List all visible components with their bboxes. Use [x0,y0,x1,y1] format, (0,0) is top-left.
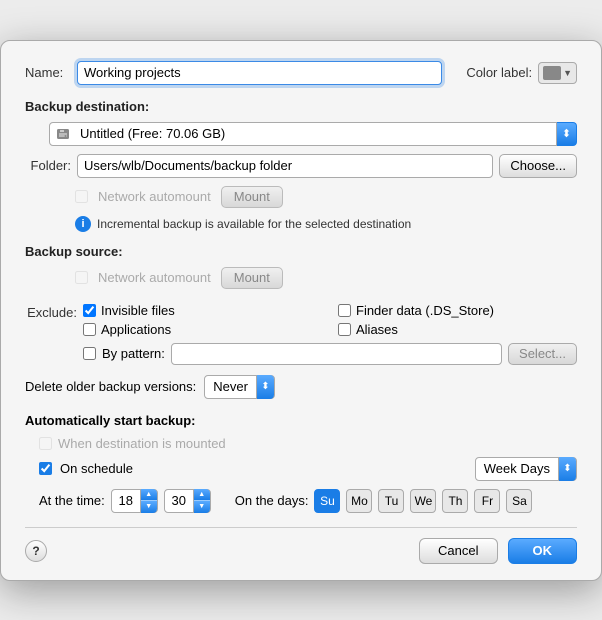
exclude-label: Exclude: [25,303,77,320]
minutes-decrement-button[interactable]: ▼ [194,501,210,513]
info-text: Incremental backup is available for the … [97,217,411,231]
destination-arrow-icon[interactable]: ⬍ [557,122,577,146]
cancel-button[interactable]: Cancel [419,538,497,564]
mount-button-1: Mount [221,186,283,208]
color-label-text: Color label: [466,65,532,80]
name-row: Name: Color label: ▼ [25,61,577,85]
minutes-increment-button[interactable]: ▲ [194,489,210,502]
day-button-fr[interactable]: Fr [474,489,500,513]
week-days-value: Week Days [476,461,558,476]
day-button-sa[interactable]: Sa [506,489,532,513]
automount-row-1: Network automount Mount [75,186,577,208]
applications-item: Applications [83,322,322,337]
minutes-value: 30 [165,493,193,508]
network-automount-label-2: Network automount [98,270,211,285]
disk-icon [56,127,70,141]
folder-row: Folder: Choose... [25,154,577,178]
day-button-we[interactable]: We [410,489,436,513]
delete-older-label: Delete older backup versions: [25,379,196,394]
network-automount-checkbox-1[interactable] [75,190,88,203]
at-time-label: At the time: [39,493,105,508]
invisible-files-item: Invisible files [83,303,322,318]
action-buttons: Cancel OK [419,538,577,564]
finder-data-label: Finder data (.DS_Store) [356,303,494,318]
hours-increment-button[interactable]: ▲ [141,489,157,502]
exclude-row: Exclude: Invisible files Finder data (.D… [25,303,577,337]
applications-checkbox[interactable] [83,323,96,336]
day-button-mo[interactable]: Mo [346,489,372,513]
name-label: Name: [25,65,69,80]
info-row: i Incremental backup is available for th… [75,216,577,232]
backup-source-header: Backup source: [25,244,577,259]
at-time-group: At the time: 18 ▲ ▼ 30 ▲ ▼ [39,489,211,513]
aliases-checkbox[interactable] [338,323,351,336]
delete-older-row: Delete older backup versions: Never ⬍ [25,375,577,399]
invisible-files-label: Invisible files [101,303,175,318]
on-days-group: On the days: Su Mo Tu We Th Fr Sa [235,489,533,513]
info-icon: i [75,216,91,232]
select-button: Select... [508,343,577,365]
when-mounted-label: When destination is mounted [58,436,226,451]
dialog: Name: Color label: ▼ Backup destination:… [0,40,602,581]
auto-backup-header: Automatically start backup: [25,413,577,428]
on-schedule-label: On schedule [60,461,133,476]
network-automount-label-1: Network automount [98,189,211,204]
minutes-stepper-buttons: ▲ ▼ [193,489,210,513]
aliases-item: Aliases [338,322,577,337]
finder-data-checkbox[interactable] [338,304,351,317]
help-button[interactable]: ? [25,540,47,562]
finder-data-item: Finder data (.DS_Store) [338,303,577,318]
destination-select[interactable]: Untitled (Free: 70.06 GB) [49,122,557,146]
week-days-select[interactable]: Week Days ⬍ [475,457,577,481]
destination-value: Untitled (Free: 70.06 GB) [80,126,225,141]
day-button-th[interactable]: Th [442,489,468,513]
backup-destination-header: Backup destination: [25,99,577,114]
hours-decrement-button[interactable]: ▼ [141,501,157,513]
choose-button[interactable]: Choose... [499,154,577,178]
time-days-row: At the time: 18 ▲ ▼ 30 ▲ ▼ On the days: … [39,489,577,513]
hours-stepper: 18 ▲ ▼ [111,489,158,513]
never-select[interactable]: Never ⬍ [204,375,275,399]
by-pattern-checkbox[interactable] [83,347,96,360]
name-input[interactable] [77,61,442,85]
automount-row-2: Network automount Mount [75,267,577,289]
aliases-label: Aliases [356,322,398,337]
never-arrows-icon[interactable]: ⬍ [256,375,274,399]
mount-button-2: Mount [221,267,283,289]
exclude-grid: Invisible files Finder data (.DS_Store) … [83,303,577,337]
when-mounted-checkbox[interactable] [39,437,52,450]
hours-stepper-buttons: ▲ ▼ [140,489,157,513]
pattern-row: By pattern: Select... [83,343,577,365]
folder-input[interactable] [77,154,493,178]
color-label-area: Color label: ▼ [466,62,577,84]
ok-button[interactable]: OK [508,538,578,564]
on-schedule-row: On schedule Week Days ⬍ [39,457,577,481]
never-value: Never [205,379,256,394]
day-button-su[interactable]: Su [314,489,340,513]
destination-row: Untitled (Free: 70.06 GB) ⬍ [49,122,577,146]
on-schedule-checkbox[interactable] [39,462,52,475]
pattern-input[interactable] [171,343,502,365]
by-pattern-label: By pattern: [102,346,165,361]
color-chevron-icon: ▼ [563,68,572,78]
hours-value: 18 [112,493,140,508]
minutes-stepper: 30 ▲ ▼ [164,489,211,513]
color-label-button[interactable]: ▼ [538,62,577,84]
week-days-arrows-icon[interactable]: ⬍ [558,457,576,481]
bottom-bar: ? Cancel OK [25,527,577,564]
folder-label: Folder: [25,158,71,173]
network-automount-checkbox-2[interactable] [75,271,88,284]
color-swatch [543,66,561,80]
day-button-tu[interactable]: Tu [378,489,404,513]
applications-label: Applications [101,322,171,337]
invisible-files-checkbox[interactable] [83,304,96,317]
on-days-label: On the days: [235,493,309,508]
when-mounted-row: When destination is mounted [39,436,577,451]
